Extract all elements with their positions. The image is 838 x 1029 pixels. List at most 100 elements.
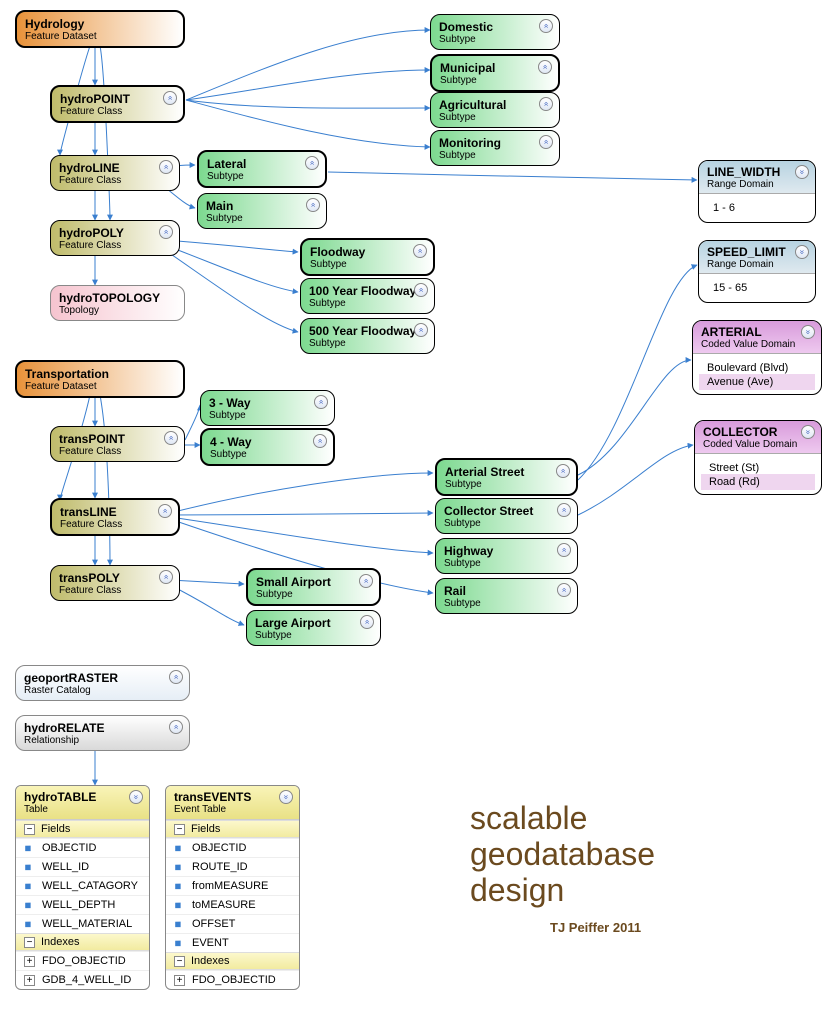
field-row: ◆OFFSET <box>166 914 299 933</box>
expand-icon[interactable] <box>556 464 570 478</box>
agricultural-subtype[interactable]: AgriculturalSubtype <box>430 92 560 128</box>
monitoring-subtype[interactable]: MonitoringSubtype <box>430 130 560 166</box>
domestic-subtype[interactable]: DomesticSubtype <box>430 14 560 50</box>
expand-icon[interactable] <box>313 434 327 448</box>
page-author: TJ Peiffer 2011 <box>550 920 641 935</box>
expand-icon[interactable] <box>163 91 177 105</box>
hydroline-feature-class[interactable]: hydroLINE Feature Class <box>50 155 180 191</box>
expand-plus-icon[interactable]: + <box>174 975 185 986</box>
collapse-icon[interactable] <box>801 325 815 339</box>
field-row: ◆WELL_DEPTH <box>16 895 149 914</box>
type: Feature Class <box>59 175 171 186</box>
value: 1 - 6 <box>709 200 805 216</box>
field-row: ◆EVENT <box>166 933 299 952</box>
field-row: ◆WELL_CATAGORY <box>16 876 149 895</box>
title: hydroTOPOLOGY <box>59 291 176 305</box>
field-row: ◆OBJECTID <box>16 838 149 857</box>
expand-icon[interactable] <box>538 60 552 74</box>
transpoly-feature-class[interactable]: transPOLYFeature Class <box>50 565 180 601</box>
floodway-subtype[interactable]: FloodwaySubtype <box>300 238 435 276</box>
100-year-floodway-subtype[interactable]: 100 Year FloodwaySubtype <box>300 278 435 314</box>
expand-icon[interactable] <box>557 503 571 517</box>
transportation-feature-dataset[interactable]: Transportation Feature Dataset <box>15 360 185 398</box>
hydrology-feature-dataset[interactable]: Hydrology Feature Dataset <box>15 10 185 48</box>
collector-domain[interactable]: COLLECTORCoded Value Domain Street (St) … <box>694 420 822 495</box>
value: Road (Rd) <box>701 474 815 490</box>
hydrorelate[interactable]: hydroRELATERelationship <box>15 715 190 751</box>
expand-icon[interactable] <box>539 135 553 149</box>
field-row: ◆toMEASURE <box>166 895 299 914</box>
field-row: ◆WELL_MATERIAL <box>16 914 149 933</box>
collapse-minus-icon[interactable]: − <box>174 824 185 835</box>
expand-icon[interactable] <box>169 720 183 734</box>
expand-icon[interactable] <box>159 570 173 584</box>
expand-icon[interactable] <box>413 244 427 258</box>
expand-icon[interactable] <box>314 395 328 409</box>
large-airport-subtype[interactable]: Large AirportSubtype <box>246 610 381 646</box>
hydropoint-feature-class[interactable]: hydroPOINT Feature Class <box>50 85 185 123</box>
collapse-icon[interactable] <box>279 790 293 804</box>
expand-icon[interactable] <box>557 543 571 557</box>
small-airport-subtype[interactable]: Small AirportSubtype <box>246 568 381 606</box>
expand-icon[interactable] <box>360 615 374 629</box>
title: hydroPOINT <box>60 92 175 106</box>
title: hydroPOLY <box>59 226 171 240</box>
collapse-icon[interactable] <box>795 245 809 259</box>
collapse-minus-icon[interactable]: − <box>24 937 35 948</box>
collector-street-subtype[interactable]: Collector StreetSubtype <box>435 498 578 534</box>
geoportraster[interactable]: geoportRASTERRaster Catalog <box>15 665 190 701</box>
municipal-subtype[interactable]: MunicipalSubtype <box>430 54 560 92</box>
line-width-domain[interactable]: LINE_WIDTHRange Domain 1 - 6 <box>698 160 816 223</box>
3-way-subtype[interactable]: 3 - WaySubtype <box>200 390 335 426</box>
500-year-floodway-subtype[interactable]: 500 Year FloodwaySubtype <box>300 318 435 354</box>
expand-icon[interactable] <box>414 283 428 297</box>
expand-icon[interactable] <box>414 323 428 337</box>
transevents[interactable]: transEVENTSEvent Table −Fields ◆OBJECTID… <box>165 785 300 990</box>
rail-subtype[interactable]: RailSubtype <box>435 578 578 614</box>
arterial-street-subtype[interactable]: Arterial StreetSubtype <box>435 458 578 496</box>
type: Feature Dataset <box>25 381 175 392</box>
collapse-icon[interactable] <box>129 790 143 804</box>
expand-icon[interactable] <box>169 670 183 684</box>
type: Topology <box>59 305 176 316</box>
expand-icon[interactable] <box>305 156 319 170</box>
expand-icon[interactable] <box>164 431 178 445</box>
hydrotopology[interactable]: hydroTOPOLOGY Topology <box>50 285 185 321</box>
index-row: +FDO_OBJECTID <box>16 951 149 970</box>
expand-plus-icon[interactable]: + <box>24 975 35 986</box>
expand-icon[interactable] <box>159 160 173 174</box>
transline-feature-class[interactable]: transLINEFeature Class <box>50 498 180 536</box>
expand-plus-icon[interactable]: + <box>24 956 35 967</box>
field-row: ◆WELL_ID <box>16 857 149 876</box>
expand-icon[interactable] <box>359 574 373 588</box>
expand-icon[interactable] <box>557 583 571 597</box>
title: Hydrology <box>25 17 175 31</box>
hydropoly-feature-class[interactable]: hydroPOLY Feature Class <box>50 220 180 256</box>
hydrotable[interactable]: hydroTABLETable −Fields ◆OBJECTID ◆WELL_… <box>15 785 150 990</box>
main-subtype[interactable]: MainSubtype <box>197 193 327 229</box>
arterial-domain[interactable]: ARTERIALCoded Value Domain Boulevard (Bl… <box>692 320 822 395</box>
expand-icon[interactable] <box>539 19 553 33</box>
expand-icon[interactable] <box>539 97 553 111</box>
type: Feature Class <box>60 106 175 117</box>
speed-limit-domain[interactable]: SPEED_LIMITRange Domain 15 - 65 <box>698 240 816 303</box>
transpoint-feature-class[interactable]: transPOINTFeature Class <box>50 426 185 462</box>
collapse-minus-icon[interactable]: − <box>174 956 185 967</box>
collapse-minus-icon[interactable]: − <box>24 824 35 835</box>
type: Feature Dataset <box>25 31 175 42</box>
4-way-subtype[interactable]: 4 - WaySubtype <box>200 428 335 466</box>
page-title: scalable geodatabase design <box>470 800 655 908</box>
field-row: ◆fromMEASURE <box>166 876 299 895</box>
type: Feature Class <box>59 240 171 251</box>
highway-subtype[interactable]: HighwaySubtype <box>435 538 578 574</box>
value: 15 - 65 <box>709 280 805 296</box>
lateral-subtype[interactable]: LateralSubtype <box>197 150 327 188</box>
value: Avenue (Ave) <box>699 374 815 390</box>
collapse-icon[interactable] <box>801 425 815 439</box>
expand-icon[interactable] <box>306 198 320 212</box>
collapse-icon[interactable] <box>795 165 809 179</box>
expand-icon[interactable] <box>158 504 172 518</box>
title: Transportation <box>25 367 175 381</box>
index-row: +FDO_OBJECTID <box>166 970 299 989</box>
expand-icon[interactable] <box>159 225 173 239</box>
